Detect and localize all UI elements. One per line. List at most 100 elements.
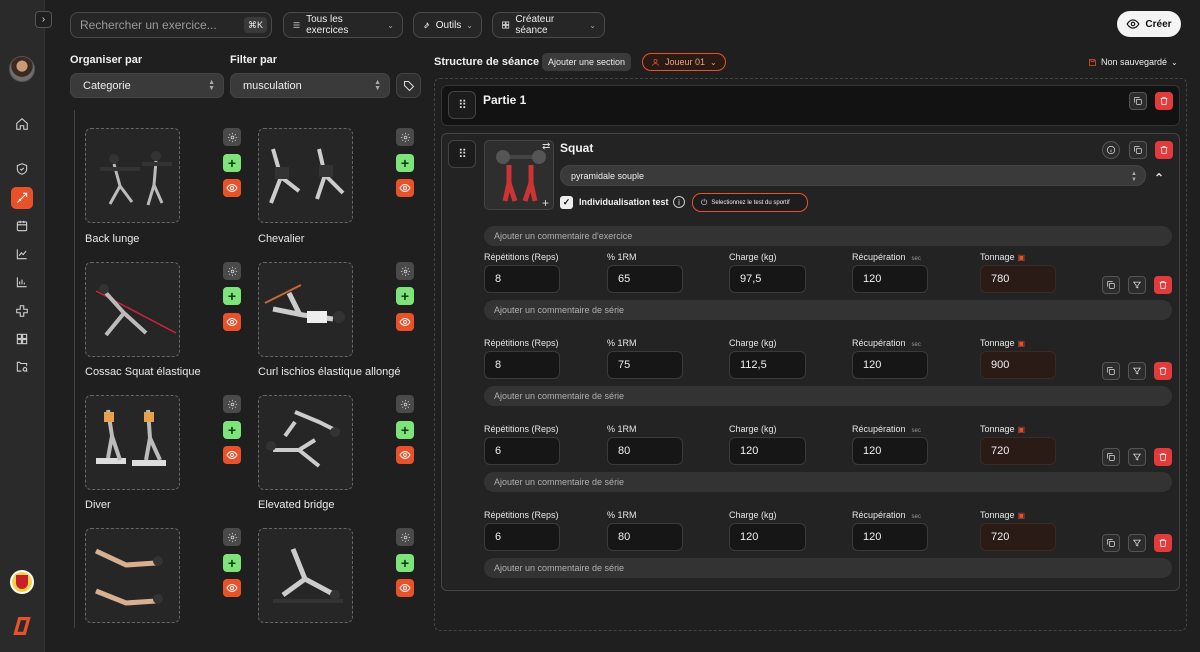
exercise-builder-icon[interactable] (11, 187, 33, 209)
exercise-comment-input[interactable]: Ajouter un commentaire d'exercice (484, 226, 1172, 246)
settings-button[interactable] (223, 528, 241, 546)
settings-button[interactable] (223, 262, 241, 280)
preview-button[interactable] (396, 446, 414, 464)
preview-button[interactable] (223, 313, 241, 331)
settings-button[interactable] (223, 128, 241, 146)
series-comment-input[interactable]: Ajouter un commentaire de série (484, 300, 1172, 320)
add-exercise-button[interactable]: + (396, 421, 414, 439)
preview-button[interactable] (396, 579, 414, 597)
set-charge-input[interactable]: 97,5 (729, 265, 806, 293)
grid-icon[interactable] (11, 328, 33, 350)
settings-button[interactable] (396, 395, 414, 413)
set-rm-input[interactable]: 80 (607, 523, 683, 551)
set-charge-input[interactable]: 120 (729, 523, 806, 551)
filter-set-button[interactable] (1128, 448, 1146, 466)
duplicate-set-button[interactable] (1102, 276, 1120, 294)
delete-set-button[interactable] (1154, 448, 1172, 466)
settings-button[interactable] (396, 262, 414, 280)
set-rm-input[interactable]: 80 (607, 437, 683, 465)
delete-set-button[interactable] (1154, 534, 1172, 552)
preview-button[interactable] (223, 579, 241, 597)
create-button[interactable]: Créer (1117, 11, 1181, 37)
set-reps-input[interactable]: 8 (484, 265, 560, 293)
preview-button[interactable] (223, 446, 241, 464)
player-select[interactable]: Joueur 01 ⌄ (642, 53, 726, 71)
save-status-dropdown[interactable]: Non sauvegardé ⌄ (1088, 57, 1178, 67)
exercise-search-input[interactable]: Rechercher un exercice... ⌘K (70, 12, 272, 38)
exercise-thumbnail[interactable] (258, 128, 353, 223)
settings-button[interactable] (396, 128, 414, 146)
set-charge-input[interactable]: 120 (729, 437, 806, 465)
exercise-name[interactable]: Elevated bridge (258, 499, 334, 511)
set-recup-input[interactable]: 120 (852, 523, 928, 551)
exercise-thumbnail[interactable] (85, 262, 180, 357)
settings-button[interactable] (223, 395, 241, 413)
delete-section-button[interactable] (1155, 92, 1173, 110)
add-exercise-button[interactable]: + (223, 554, 241, 572)
shield-icon[interactable] (11, 158, 33, 180)
user-avatar[interactable] (9, 56, 35, 82)
add-exercise-button[interactable]: + (223, 154, 241, 172)
add-exercise-button[interactable]: + (223, 287, 241, 305)
exercise-name[interactable]: Chevalier (258, 233, 304, 245)
exercise-thumbnail[interactable] (258, 528, 353, 623)
filter-set-button[interactable] (1128, 276, 1146, 294)
series-comment-input[interactable]: Ajouter un commentaire de série (484, 386, 1172, 406)
set-recup-input[interactable]: 120 (852, 265, 928, 293)
tools-dropdown[interactable]: Outils ⌄ (413, 12, 482, 38)
method-select[interactable]: pyramidale souple ▲ ▼ (560, 165, 1146, 186)
select-test-button[interactable]: ⏻ Selectionnez le test du sportif (692, 193, 808, 212)
duplicate-set-button[interactable] (1102, 448, 1120, 466)
add-exercise-button[interactable]: + (396, 154, 414, 172)
exercise-thumbnail[interactable] (258, 262, 353, 357)
duplicate-exercise-button[interactable] (1129, 141, 1147, 159)
set-rm-input[interactable]: 65 (607, 265, 683, 293)
set-reps-input[interactable]: 6 (484, 523, 560, 551)
filter-select[interactable]: musculation ▲ ▼ (230, 73, 390, 98)
exercise-thumbnail[interactable] (85, 395, 180, 490)
exercise-thumbnail[interactable] (258, 395, 353, 490)
folder-search-icon[interactable] (11, 356, 33, 378)
set-reps-input[interactable]: 6 (484, 437, 560, 465)
duplicate-section-button[interactable] (1129, 92, 1147, 110)
exercise-name[interactable]: Cossac Squat élastique (85, 366, 201, 378)
duplicate-set-button[interactable] (1102, 362, 1120, 380)
series-comment-input[interactable]: Ajouter un commentaire de série (484, 558, 1172, 578)
delete-set-button[interactable] (1154, 276, 1172, 294)
add-exercise-button[interactable]: + (396, 554, 414, 572)
preview-button[interactable] (396, 179, 414, 197)
preview-button[interactable] (223, 179, 241, 197)
preview-button[interactable] (396, 313, 414, 331)
add-exercise-button[interactable]: + (396, 287, 414, 305)
set-reps-input[interactable]: 8 (484, 351, 560, 379)
bar-chart-icon[interactable] (11, 271, 33, 293)
info-icon[interactable]: i (673, 196, 685, 208)
exercise-name[interactable]: Diver (85, 499, 111, 511)
exercise-thumbnail[interactable] (85, 128, 180, 223)
medical-cross-icon[interactable] (11, 300, 33, 322)
drag-handle-icon[interactable]: ⠿ (448, 91, 476, 119)
filter-set-button[interactable] (1128, 534, 1146, 552)
section-title[interactable]: Partie 1 (483, 93, 526, 107)
drag-handle-icon[interactable]: ⠿ (448, 140, 476, 168)
add-image-icon[interactable]: + (542, 196, 549, 210)
all-exercises-dropdown[interactable]: Tous les exercices ⌄ (283, 12, 403, 38)
set-charge-input[interactable]: 112,5 (729, 351, 806, 379)
set-recup-input[interactable]: 120 (852, 437, 928, 465)
settings-button[interactable] (396, 528, 414, 546)
delete-set-button[interactable] (1154, 362, 1172, 380)
exercise-name[interactable]: Curl ischios élastique allongé (258, 366, 400, 378)
individualisation-checkbox[interactable]: ✓ (560, 196, 573, 209)
delete-exercise-button[interactable] (1155, 141, 1173, 159)
exercise-thumbnail[interactable] (85, 528, 180, 623)
swap-exercise-icon[interactable]: ⇄ (542, 141, 550, 152)
tag-filter-button[interactable] (396, 73, 421, 98)
duplicate-set-button[interactable] (1102, 534, 1120, 552)
club-logo[interactable] (10, 570, 34, 594)
set-rm-input[interactable]: 75 (607, 351, 683, 379)
info-button[interactable] (1102, 141, 1120, 159)
add-section-button[interactable]: Ajouter une section (542, 53, 632, 71)
set-recup-input[interactable]: 120 (852, 351, 928, 379)
collapse-sidebar-button[interactable]: › (35, 11, 52, 28)
series-comment-input[interactable]: Ajouter un commentaire de série (484, 472, 1172, 492)
